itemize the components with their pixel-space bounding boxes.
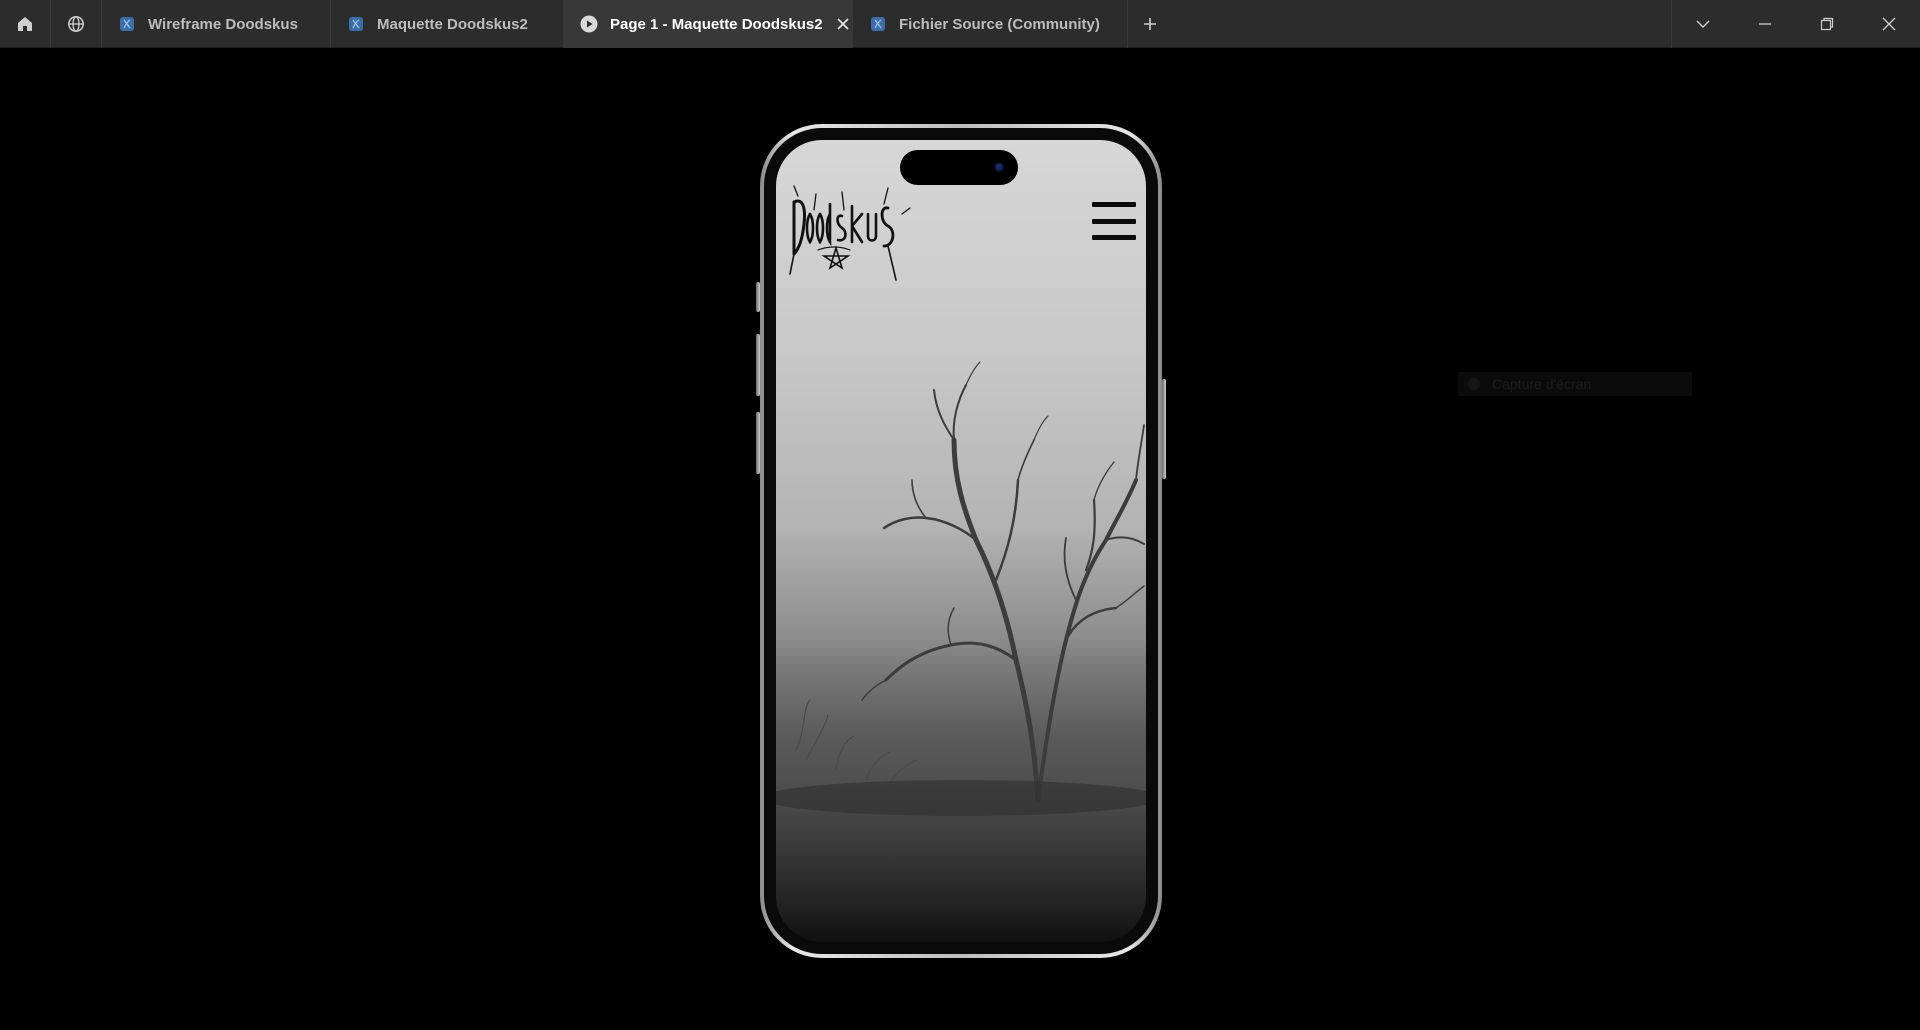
new-tab-button[interactable] — [1128, 0, 1172, 48]
dynamic-island — [900, 150, 1018, 185]
figma-file-icon — [347, 15, 365, 33]
chevron-down-icon — [1696, 20, 1710, 28]
titlebar-drag-region[interactable] — [1172, 0, 1671, 47]
tab-fichier-source-community[interactable]: Fichier Source (Community) — [853, 0, 1128, 48]
phone-volume-down-button — [756, 412, 760, 474]
tab-label: Fichier Source (Community) — [899, 15, 1100, 33]
tab-maquette-doodskus2[interactable]: Maquette Doodskus2 — [331, 0, 564, 48]
figma-file-icon — [869, 15, 887, 33]
tab-wireframe-doodskus[interactable]: Wireframe Doodskus — [102, 0, 331, 48]
phone-action-button — [756, 282, 760, 312]
close-icon — [836, 18, 849, 30]
play-prototype-icon — [580, 15, 598, 33]
figma-file-icon — [118, 15, 136, 33]
tab-label: Wireframe Doodskus — [148, 15, 298, 33]
phone-screen[interactable] — [776, 140, 1146, 942]
restore-icon — [1820, 17, 1834, 31]
home-button[interactable] — [0, 0, 51, 48]
tab-label: Maquette Doodskus2 — [377, 15, 528, 33]
prototype-canvas: Capture d'écran — [0, 48, 1920, 1030]
minimize-icon — [1759, 23, 1771, 25]
phone-power-button — [1162, 379, 1166, 479]
tab-page1-maquette-doodskus2[interactable]: Page 1 - Maquette Doodskus2 — [564, 0, 853, 48]
restore-button[interactable] — [1796, 0, 1858, 48]
globe-icon — [68, 16, 84, 32]
hidden-tooltip: Capture d'écran — [1458, 372, 1692, 396]
plus-icon — [1144, 18, 1156, 30]
menu-line-icon — [1092, 218, 1136, 224]
menu-line-icon — [1092, 202, 1136, 207]
doodskus-logo[interactable] — [784, 184, 912, 284]
phone-volume-up-button — [756, 334, 760, 396]
community-button[interactable] — [51, 0, 102, 48]
window-controls — [1671, 0, 1920, 48]
front-camera-icon — [994, 162, 1004, 172]
tab-list-dropdown-button[interactable] — [1672, 0, 1734, 48]
hamburger-menu-button[interactable] — [1092, 202, 1136, 240]
minimize-button[interactable] — [1734, 0, 1796, 48]
hidden-tooltip-label: Capture d'écran — [1492, 376, 1592, 392]
close-tab-button[interactable] — [836, 16, 849, 32]
home-icon — [18, 17, 32, 31]
record-icon — [1468, 378, 1480, 390]
close-icon — [1882, 17, 1896, 31]
phone-bezel — [764, 128, 1158, 954]
close-window-button[interactable] — [1858, 0, 1920, 48]
menu-line-icon — [1092, 235, 1136, 240]
title-bar: Wireframe Doodskus Maquette Doodskus2 Pa… — [0, 0, 1920, 48]
tab-label: Page 1 - Maquette Doodskus2 — [610, 15, 823, 33]
phone-mockup — [756, 124, 1166, 958]
